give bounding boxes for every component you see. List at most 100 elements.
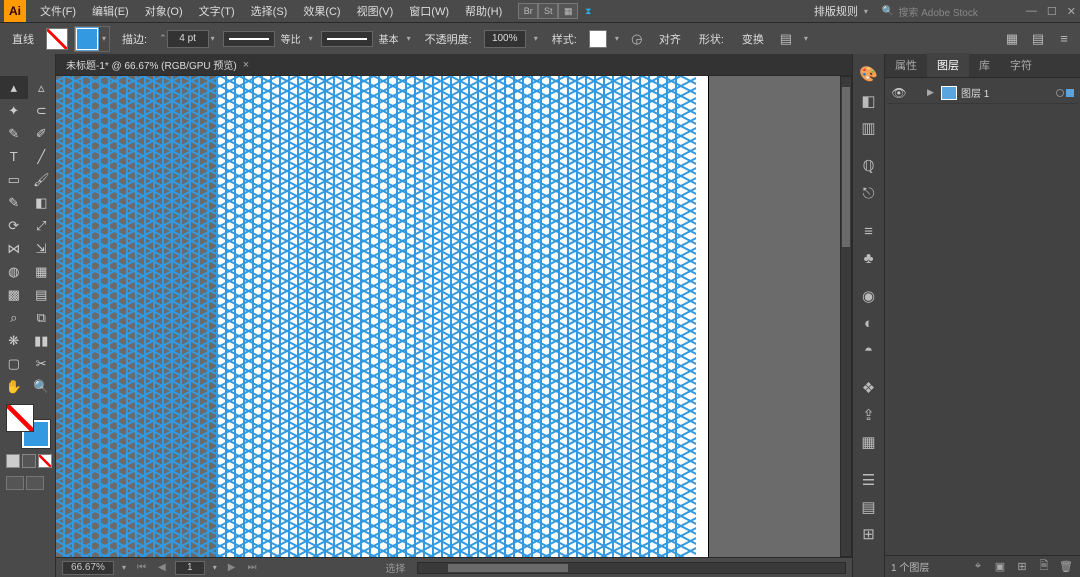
new-layer-icon[interactable]: 🗎 [1036,559,1052,575]
transparency-panel-icon[interactable]: ◉ [857,284,881,308]
shape-label[interactable]: 形状: [693,31,730,47]
dock-icon[interactable]: ▤ [1028,29,1048,49]
chevron-down-icon[interactable]: ▾ [405,34,413,43]
color-guide-panel-icon[interactable]: ◧ [857,89,881,113]
free-transform-tool[interactable]: ⇲ [28,237,56,260]
clipping-mask-icon[interactable]: ▣ [992,559,1008,575]
menu-window[interactable]: 窗口(W) [401,3,457,19]
gpu-icon[interactable]: ⧗ [578,3,598,19]
hand-tool[interactable]: ✋ [0,375,28,398]
stroke-swatch[interactable] [76,28,98,50]
scrollbar-thumb[interactable] [842,87,850,247]
locate-object-icon[interactable]: ⌖ [970,559,986,575]
pathfinder-panel-icon[interactable]: ▤ [857,495,881,519]
tab-properties[interactable]: 属性 [885,53,927,77]
artboard-nav-field[interactable]: 1 [175,561,205,575]
canvas[interactable] [56,76,852,557]
swatches-panel-icon[interactable]: ▥ [857,116,881,140]
curvature-tool[interactable]: ✐ [28,122,56,145]
width-tool[interactable]: ⋈ [0,237,28,260]
last-artboard-icon[interactable]: ⏭ [244,562,259,573]
transform-label[interactable]: 变换 [736,31,770,47]
isolate-icon[interactable]: ▤ [776,29,796,49]
layer-name[interactable]: 图层 1 [961,85,989,100]
graphic-style-swatch[interactable] [589,30,607,48]
tab-layers[interactable]: 图层 [927,53,969,77]
panel-menu-icon[interactable]: ≡ [1054,29,1074,49]
screen-mode-menu[interactable] [26,476,44,490]
appearance-panel-icon[interactable]: ◐ [857,311,881,335]
menu-edit[interactable]: 编辑(E) [84,3,137,19]
shape-builder-tool[interactable]: ◍ [0,260,28,283]
color-mode[interactable] [6,454,20,468]
rotate-tool[interactable]: ⟳ [0,214,28,237]
pen-tool[interactable]: ✎ [0,122,28,145]
recolor-icon[interactable]: ◶ [627,29,647,49]
menu-select[interactable]: 选择(S) [243,3,296,19]
gradient-tool[interactable]: ▤ [28,283,56,306]
layers-panel-icon[interactable]: ❖ [857,376,881,400]
slice-tool[interactable]: ✂ [28,352,56,375]
direct-selection-tool[interactable]: ▵ [28,76,56,99]
eraser-tool[interactable]: ◧ [28,191,56,214]
arrange-icon[interactable]: ▦ [558,3,578,19]
perspective-tool[interactable]: ▦ [28,260,56,283]
close-icon[interactable]: ✕ [1067,5,1076,18]
disclosure-icon[interactable]: ▶ [927,87,937,98]
tab-character[interactable]: 字符 [1000,53,1042,77]
width-profile-dropdown[interactable] [223,31,275,47]
chevron-down-icon[interactable]: ▾ [613,34,621,43]
menu-object[interactable]: 对象(O) [137,3,191,19]
artboard-tool[interactable]: ▢ [0,352,28,375]
color-panel-icon[interactable]: 🎨 [857,62,881,86]
opacity-field[interactable]: 100% [484,30,526,48]
asset-export-panel-icon[interactable]: ⇪ [857,403,881,427]
chevron-down-icon[interactable]: ▾ [307,34,315,43]
chevron-down-icon[interactable]: ▾ [532,34,540,43]
menu-view[interactable]: 视图(V) [349,3,402,19]
scrollbar-thumb[interactable] [448,564,568,572]
zoom-field[interactable]: 66.67% [62,561,114,575]
tab-close-icon[interactable]: × [243,59,249,71]
fill-swatch[interactable] [46,28,68,50]
fill-stroke-indicator[interactable] [6,404,50,448]
layer-row[interactable]: 👁 ▶ 图层 1 [887,82,1078,104]
rectangle-tool[interactable]: ▭ [0,168,28,191]
symbols-panel-icon[interactable]: ⎋ [857,181,881,205]
line-tool[interactable]: ╱ [28,145,56,168]
none-mode[interactable] [38,454,52,468]
menu-effect[interactable]: 效果(C) [295,3,348,19]
symbol-sprayer-tool[interactable]: ❋ [0,329,28,352]
maximize-icon[interactable]: ☐ [1047,5,1057,18]
menu-help[interactable]: 帮助(H) [457,3,510,19]
align-label[interactable]: 对齐 [653,31,687,47]
transform-panel-icon[interactable]: ⊞ [857,522,881,546]
tab-libraries[interactable]: 库 [969,53,1000,77]
workspace-switcher[interactable]: 排版规则▾ [808,3,876,19]
type-tool[interactable]: T [0,145,28,168]
brush-dropdown[interactable] [321,31,373,47]
chevron-down-icon[interactable]: ▾ [120,563,128,572]
prev-artboard-icon[interactable]: ◀ [155,562,169,573]
next-artboard-icon[interactable]: ▶ [225,562,239,573]
bridge-icon[interactable]: Br [518,3,538,19]
column-graph-tool[interactable]: ▮▮ [28,329,56,352]
paintbrush-tool[interactable]: 🖌 [28,168,56,191]
new-sublayer-icon[interactable]: ⊞ [1014,559,1030,575]
chevron-down-icon[interactable]: ▾ [802,34,810,43]
scale-ui-icon[interactable]: ▦ [1002,29,1022,49]
normal-screen-mode[interactable] [6,476,24,490]
brushes-panel-icon[interactable]: ℚ [857,154,881,178]
search-input[interactable]: 🔍搜索 Adobe Stock [882,4,1012,19]
lasso-tool[interactable]: ⊂ [28,99,56,122]
zoom-tool[interactable]: 🔍 [28,375,56,398]
horizontal-scrollbar[interactable] [417,562,846,574]
stroke-weight-field[interactable]: 4 pt [167,30,209,48]
chevron-down-icon[interactable]: ▾ [209,34,217,43]
eyedropper-tool[interactable]: ⌕ [0,306,28,329]
menu-file[interactable]: 文件(F) [32,3,84,19]
shaper-tool[interactable]: ✎ [0,191,28,214]
first-artboard-icon[interactable]: ⏮ [134,562,149,573]
stroke-panel-icon[interactable]: ≡ [857,219,881,243]
minimize-icon[interactable]: — [1026,5,1037,18]
